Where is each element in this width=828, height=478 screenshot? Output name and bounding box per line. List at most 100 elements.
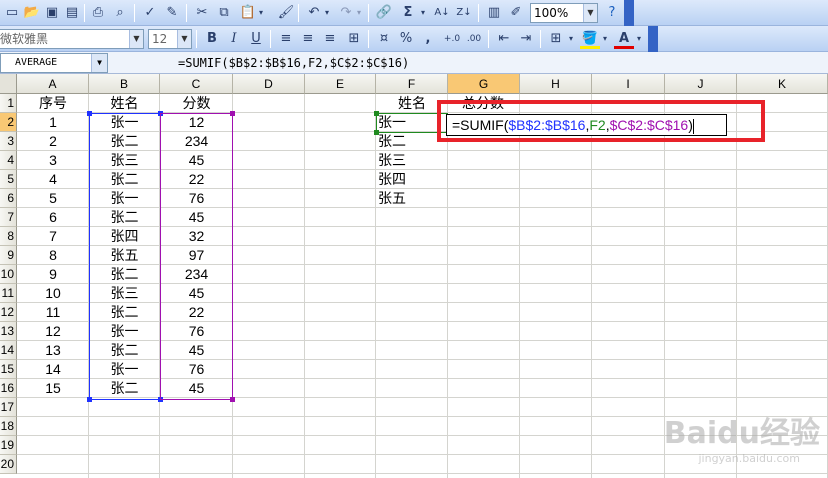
summary-name-cell[interactable]: 张五	[376, 189, 448, 208]
row-header-2[interactable]: 2	[0, 113, 17, 132]
row-header-19[interactable]: 19	[0, 436, 17, 455]
spelling-icon[interactable]: ✓	[140, 3, 160, 23]
range-handle[interactable]	[230, 111, 235, 116]
cell-seq[interactable]: 11	[17, 303, 89, 322]
row-header-15[interactable]: 15	[0, 360, 17, 379]
cell-seq[interactable]: 8	[17, 246, 89, 265]
row-header-20[interactable]: 20	[0, 455, 17, 474]
copy-icon[interactable]: ⧉	[214, 3, 234, 23]
drawing-icon[interactable]: ✐	[506, 3, 526, 23]
cell-seq[interactable]: 3	[17, 151, 89, 170]
select-all-corner[interactable]	[0, 74, 17, 94]
row-header-7[interactable]: 7	[0, 208, 17, 227]
borders-dropdown-icon[interactable]: ▾	[566, 29, 576, 49]
row-header-14[interactable]: 14	[0, 341, 17, 360]
row-header-3[interactable]: 3	[0, 132, 17, 151]
row-header-4[interactable]: 4	[0, 151, 17, 170]
range-handle[interactable]	[374, 130, 379, 135]
row-header-11[interactable]: 11	[0, 284, 17, 303]
range-handle[interactable]	[230, 397, 235, 402]
cell-seq[interactable]: 6	[17, 208, 89, 227]
cell-seq[interactable]: 14	[17, 360, 89, 379]
autosum-dropdown-icon[interactable]: ▾	[418, 3, 428, 23]
save-icon[interactable]: ▣	[42, 3, 62, 23]
cell-seq[interactable]: 15	[17, 379, 89, 398]
row-header-8[interactable]: 8	[0, 227, 17, 246]
cell-seq[interactable]: 4	[17, 170, 89, 189]
align-left-icon[interactable]: ≡	[276, 29, 296, 49]
row-header-12[interactable]: 12	[0, 303, 17, 322]
column-header-a[interactable]: A	[17, 74, 89, 94]
header-cell-name[interactable]: 姓名	[89, 94, 160, 113]
column-header-h[interactable]: H	[520, 74, 592, 94]
zoom-select[interactable]: 100% ▼	[530, 3, 598, 23]
print-preview-icon[interactable]: ⌕	[110, 3, 130, 23]
column-header-e[interactable]: E	[305, 74, 376, 94]
cell-seq[interactable]: 7	[17, 227, 89, 246]
fill-color-dropdown-icon[interactable]: ▾	[600, 29, 610, 49]
font-color-icon[interactable]: A	[614, 29, 634, 49]
row-header-5[interactable]: 5	[0, 170, 17, 189]
print-icon[interactable]: ⎙	[88, 3, 108, 23]
chevron-down-icon[interactable]: ▼	[177, 30, 191, 48]
header-cell-score[interactable]: 分数	[160, 94, 233, 113]
cell-seq[interactable]: 13	[17, 341, 89, 360]
row-header-1[interactable]: 1	[0, 94, 17, 113]
range-handle[interactable]	[87, 397, 92, 402]
font-name-select[interactable]: 微软雅黑 ▼	[0, 29, 144, 49]
cell-seq[interactable]: 2	[17, 132, 89, 151]
cell-seq[interactable]: 5	[17, 189, 89, 208]
sort-descending-icon[interactable]: Z↓	[454, 3, 474, 23]
range-handle[interactable]	[87, 111, 92, 116]
column-header-g[interactable]: G	[448, 74, 520, 94]
paste-icon[interactable]: 📋	[238, 3, 258, 23]
research-icon[interactable]: ✎	[162, 3, 182, 23]
cell-seq[interactable]: 1	[17, 113, 89, 132]
row-header-9[interactable]: 9	[0, 246, 17, 265]
font-size-select[interactable]: 12 ▼	[148, 29, 192, 49]
fill-color-icon[interactable]: 🪣	[580, 29, 600, 49]
help-icon[interactable]: ?	[602, 3, 622, 23]
redo-icon[interactable]: ↷	[336, 3, 356, 23]
toolbar-options-icon[interactable]	[648, 26, 658, 52]
column-header-c[interactable]: C	[160, 74, 233, 94]
increase-decimal-icon[interactable]: +.0	[442, 29, 462, 49]
borders-icon[interactable]: ⊞	[546, 29, 566, 49]
cut-icon[interactable]: ✂	[192, 3, 212, 23]
currency-icon[interactable]: ¤	[374, 29, 394, 49]
column-header-j[interactable]: J	[665, 74, 737, 94]
decrease-decimal-icon[interactable]: .00	[464, 29, 484, 49]
font-color-dropdown-icon[interactable]: ▾	[634, 29, 644, 49]
increase-indent-icon[interactable]: ⇥	[516, 29, 536, 49]
header-cell-seq[interactable]: 序号	[17, 94, 89, 113]
column-header-d[interactable]: D	[233, 74, 305, 94]
chevron-down-icon[interactable]: ▼	[91, 54, 107, 72]
row-header-17[interactable]: 17	[0, 398, 17, 417]
summary-name-cell[interactable]: 张四	[376, 170, 448, 189]
row-header-6[interactable]: 6	[0, 189, 17, 208]
autosum-icon[interactable]: Σ	[398, 3, 418, 23]
decrease-indent-icon[interactable]: ⇤	[494, 29, 514, 49]
cell-seq[interactable]: 10	[17, 284, 89, 303]
format-painter-icon[interactable]: 🖌	[276, 3, 296, 23]
toolbar-options-icon[interactable]	[624, 0, 634, 26]
align-center-icon[interactable]: ≡	[298, 29, 318, 49]
bold-button[interactable]: B	[202, 29, 222, 49]
column-header-f[interactable]: F	[376, 74, 448, 94]
comma-button[interactable]: ,	[418, 29, 438, 49]
column-header-b[interactable]: B	[89, 74, 160, 94]
undo-icon[interactable]: ↶	[304, 3, 324, 23]
row-header-10[interactable]: 10	[0, 265, 17, 284]
chart-wizard-icon[interactable]: ▥	[484, 3, 504, 23]
underline-button[interactable]: U	[246, 29, 266, 49]
name-box[interactable]: AVERAGE ▼	[0, 53, 108, 73]
undo-dropdown-icon[interactable]: ▾	[322, 3, 332, 23]
summary-name-cell[interactable]: 张三	[376, 151, 448, 170]
chevron-down-icon[interactable]: ▼	[129, 30, 143, 48]
open-folder-icon[interactable]: 📂	[22, 3, 42, 23]
new-file-icon[interactable]: ▭	[2, 3, 22, 23]
align-right-icon[interactable]: ≡	[320, 29, 340, 49]
paste-dropdown-icon[interactable]: ▾	[256, 3, 266, 23]
merge-center-icon[interactable]: ⊞	[344, 29, 364, 49]
permission-icon[interactable]: ▤	[62, 3, 82, 23]
